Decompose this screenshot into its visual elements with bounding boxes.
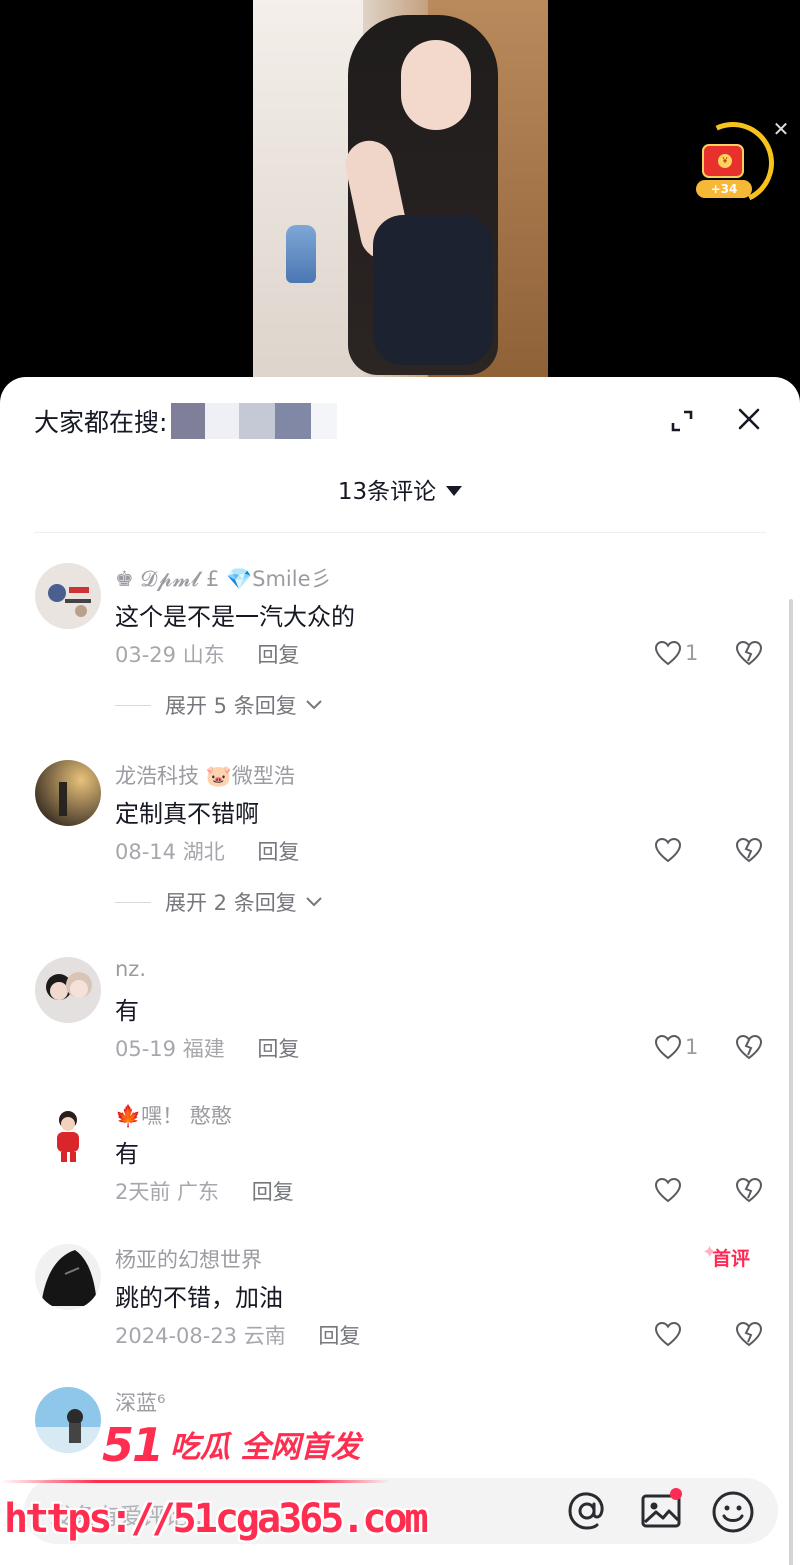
broken-heart-icon[interactable] [734, 836, 764, 864]
heart-icon [654, 640, 682, 666]
expand-replies-label: 展开 2 条回复 [165, 891, 297, 915]
comment-count: 13条评论 [337, 479, 437, 505]
expand-replies-label: 展开 5 条回复 [165, 694, 297, 718]
reward-timer-widget[interactable]: ￥ +34 [680, 110, 786, 216]
trending-search-term-redacted[interactable] [171, 403, 338, 439]
like-button[interactable] [654, 1320, 685, 1348]
broken-heart-icon[interactable] [734, 1320, 764, 1348]
comment-location: 广东 [177, 1180, 220, 1204]
expand-icon[interactable] [668, 407, 696, 435]
comment-date: 03-29 [115, 643, 177, 667]
comment-date: 08-14 [115, 840, 177, 864]
video-person-face [401, 40, 471, 130]
comment-sheet: 大家都在搜: 13条评论 ♚ 𝓓𝓹𝓶𝓵 £ 💎Smile彡 这个是不是一汽大众的… [0, 377, 800, 1565]
comment-author[interactable]: nz. [115, 957, 146, 981]
expand-replies-button[interactable]: 展开 5 条回复 [115, 691, 323, 719]
close-icon[interactable] [735, 405, 763, 433]
expand-divider-line [115, 704, 151, 706]
expand-replies-button[interactable]: 展开 2 条回复 [115, 888, 323, 916]
like-count: 1 [685, 1035, 699, 1059]
video-water-bottle [286, 225, 316, 283]
avatar[interactable] [35, 563, 101, 629]
broken-heart-icon[interactable] [734, 1176, 764, 1204]
broken-heart-icon[interactable] [734, 639, 764, 667]
broken-heart-icon[interactable] [734, 1033, 764, 1061]
avatar[interactable] [35, 1244, 101, 1310]
like-button[interactable]: 1 [654, 1033, 698, 1061]
reply-button[interactable]: 回复 [257, 840, 299, 864]
avatar[interactable] [35, 957, 101, 1023]
comment-text: 定制真不错啊 [115, 800, 259, 828]
comment-location: 山东 [182, 643, 225, 667]
comment-location: 云南 [243, 1324, 286, 1348]
first-comment-badge: ✦ 首评 [702, 1242, 751, 1271]
avatar[interactable] [35, 1100, 101, 1166]
at-icon[interactable] [566, 1490, 608, 1532]
reply-button[interactable]: 回复 [257, 643, 299, 667]
comment-author[interactable]: 🍁嘿！ 憨憨 [115, 1100, 232, 1130]
comment-meta: 2天前 广东 回复 [115, 1176, 294, 1206]
avatar[interactable] [35, 760, 101, 826]
comment-text: 这个是不是一汽大众的 [115, 603, 355, 631]
like-button[interactable]: 1 [654, 639, 698, 667]
comment-meta: 08-14 湖北 回复 [115, 836, 299, 866]
avatar[interactable] [35, 1387, 101, 1453]
trending-search[interactable]: 大家都在搜: [34, 403, 338, 439]
heart-icon [654, 837, 682, 863]
trending-search-label: 大家都在搜: [34, 408, 168, 437]
like-button[interactable] [654, 1176, 685, 1204]
watermark-tagline: 吃瓜 全网首发 [170, 1430, 361, 1465]
comment-author[interactable]: 龙浩科技 🐷微型浩 [115, 760, 295, 790]
comment-meta: 03-29 山东 回复 [115, 639, 299, 669]
comment-location: 福建 [182, 1037, 225, 1061]
notification-dot [670, 1488, 682, 1500]
dropdown-caret-icon [446, 486, 463, 496]
red-envelope-icon: ￥ [702, 144, 744, 178]
watermark-banner: 51 吃瓜 全网首发 [102, 1412, 360, 1472]
like-count: 1 [685, 641, 699, 665]
video-player[interactable]: ￥ +34 ✕ [0, 0, 800, 400]
watermark-line [0, 1480, 390, 1483]
reply-button[interactable]: 回复 [318, 1324, 360, 1348]
comment-author[interactable]: 杨亚的幻想世界 [115, 1244, 262, 1274]
video-person-body [373, 215, 493, 365]
star-icon: ✦ [702, 1242, 718, 1263]
comment-date: 2024-08-23 [115, 1324, 238, 1348]
comment-author[interactable]: ♚ 𝓓𝓹𝓶𝓵 £ 💎Smile彡 [115, 563, 332, 593]
heart-icon [654, 1177, 682, 1203]
comment-count-selector[interactable]: 13条评论 [0, 472, 800, 506]
expand-divider-line [115, 901, 151, 903]
envelope-seal: ￥ [718, 154, 732, 168]
emoji-icon[interactable] [711, 1490, 755, 1534]
comment-text: 有 [115, 997, 139, 1025]
first-comment-label: 首评 [712, 1248, 751, 1270]
scrollbar[interactable] [789, 599, 793, 1565]
comment-location: 湖北 [182, 840, 225, 864]
reward-close-button[interactable]: ✕ [770, 118, 792, 140]
reward-amount: +34 [696, 180, 752, 198]
comment-date: 05-19 [115, 1037, 177, 1061]
divider [34, 532, 766, 533]
comment-date: 2天前 [115, 1180, 171, 1204]
watermark-url: https://51cga365.com [4, 1496, 429, 1542]
chevron-down-icon [306, 897, 322, 907]
comment-text: 有 [115, 1140, 139, 1168]
watermark-number: 51 [102, 1418, 164, 1472]
like-button[interactable] [654, 836, 685, 864]
comment-meta: 05-19 福建 回复 [115, 1033, 299, 1063]
video-frame[interactable] [253, 0, 548, 400]
heart-icon [654, 1321, 682, 1347]
heart-icon [654, 1034, 682, 1060]
comment-meta: 2024-08-23 云南 回复 [115, 1320, 360, 1350]
video-background-wall [253, 0, 363, 400]
chevron-down-icon [306, 700, 322, 710]
comment-text: 跳的不错，加油 [115, 1284, 283, 1312]
reply-button[interactable]: 回复 [252, 1180, 294, 1204]
reply-button[interactable]: 回复 [257, 1037, 299, 1061]
